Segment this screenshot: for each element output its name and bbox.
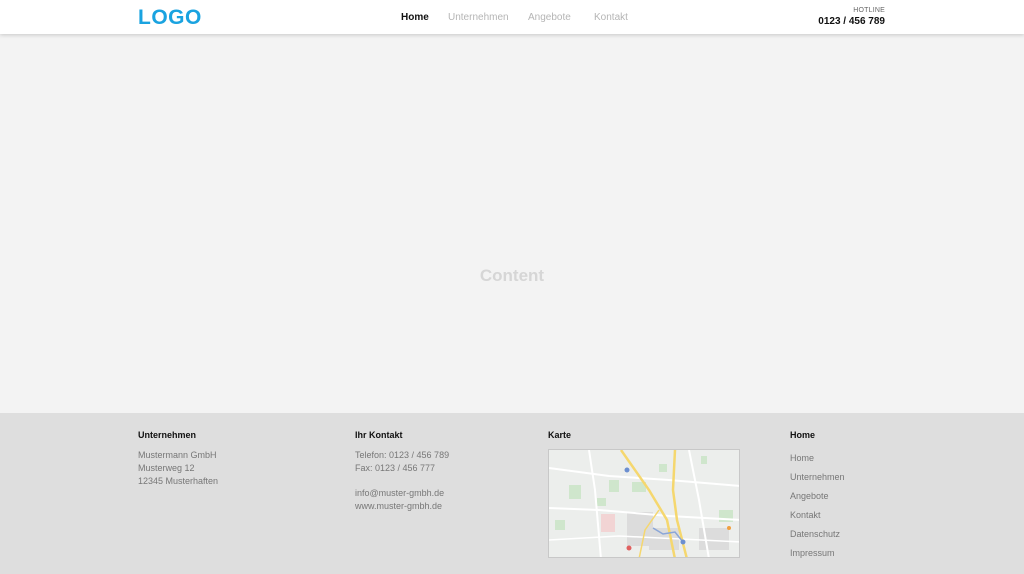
hotline-number[interactable]: 0123 / 456 789 <box>818 15 885 28</box>
footer-link-home[interactable]: Home <box>790 449 845 468</box>
footer-link-unternehmen[interactable]: Unternehmen <box>790 468 845 487</box>
footer-link-kontakt[interactable]: Kontakt <box>790 506 845 525</box>
footer-link-datenschutz[interactable]: Datenschutz <box>790 525 845 544</box>
footer-links: Home Home Unternehmen Angebote Kontakt D… <box>790 430 845 563</box>
contact-fax: Fax: 0123 / 456 777 <box>355 462 436 473</box>
site-header: LOGO Home Unternehmen Angebote Kontakt H… <box>0 0 1024 34</box>
footer-company: Unternehmen Mustermann GmbH Musterweg 12… <box>138 430 218 487</box>
company-name: Mustermann GmbH <box>138 450 217 460</box>
hotline-label: HOTLINE <box>853 7 885 14</box>
map-embed[interactable] <box>548 449 740 558</box>
content-area: Content <box>0 34 1024 413</box>
site-footer: Unternehmen Mustermann GmbH Musterweg 12… <box>0 413 1024 574</box>
nav-item-angebote[interactable]: Angebote <box>528 12 571 24</box>
footer-links-title: Home <box>790 430 816 440</box>
footer-company-title: Unternehmen <box>138 430 197 440</box>
footer-map: Karte <box>548 430 740 558</box>
footer-contact: Ihr Kontakt Telefon: 0123 / 456 789 Fax:… <box>355 430 449 513</box>
contact-website[interactable]: www.muster-gmbh.de <box>355 500 449 513</box>
company-city: 12345 Musterhaften <box>138 475 219 486</box>
nav-item-kontakt[interactable]: Kontakt <box>594 12 628 24</box>
nav-item-unternehmen[interactable]: Unternehmen <box>448 12 509 24</box>
content-placeholder: Content <box>479 266 545 285</box>
footer-link-impressum[interactable]: Impressum <box>790 544 845 563</box>
footer-map-title: Karte <box>548 430 572 440</box>
footer-link-angebote[interactable]: Angebote <box>790 487 845 506</box>
nav-item-home[interactable]: Home <box>401 12 429 24</box>
contact-email[interactable]: info@muster-gmbh.de <box>355 487 449 500</box>
company-street: Musterweg 12 <box>138 462 195 473</box>
contact-phone[interactable]: Telefon: 0123 / 456 789 <box>355 449 449 462</box>
hotline: HOTLINE 0123 / 456 789 <box>818 6 885 28</box>
footer-contact-title: Ihr Kontakt <box>355 430 403 440</box>
